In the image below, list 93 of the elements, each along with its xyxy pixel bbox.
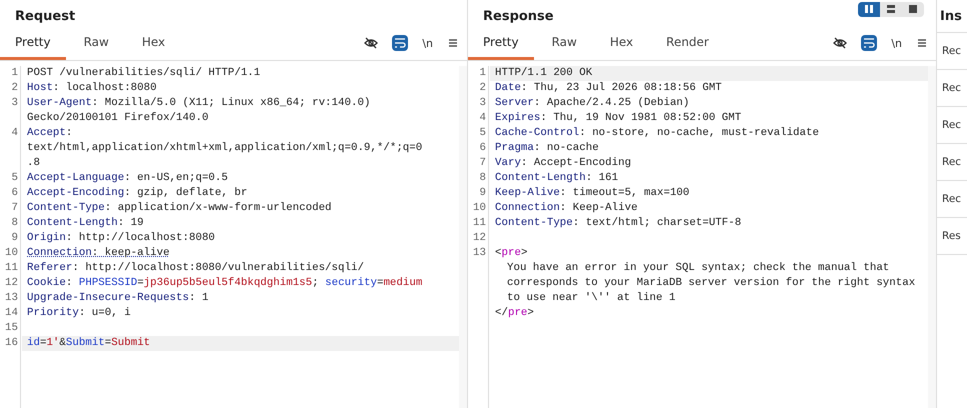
line-number: 11 [4, 261, 19, 276]
inspector-item[interactable]: Res [937, 218, 967, 255]
line-number: 1 [478, 66, 487, 81]
line-number: 9 [10, 231, 19, 246]
code-line: Pragma: no-cache [495, 142, 599, 154]
code-line: Gecko/20100101 Firefox/140.0 [27, 112, 208, 124]
line-number: 2 [10, 81, 19, 96]
code-line: Content-Type: text/html; charset=UTF-8 [495, 217, 742, 229]
line-number: 6 [10, 186, 19, 201]
code-line: Host: localhost:8080 [27, 82, 157, 94]
square-icon [908, 4, 918, 14]
menu-icon[interactable] [447, 37, 459, 49]
view-tab[interactable]: Render [651, 35, 724, 60]
code-line: Expires: Thu, 19 Nov 1981 08:52:00 GMT [495, 112, 742, 124]
layout-button[interactable] [858, 2, 880, 16]
code-line: text/html,application/xhtml+xml,application/xml;q=0.9,*/*;q=0 [27, 142, 422, 154]
line-number: 15 [4, 321, 19, 336]
inspector-item[interactable]: Rec [937, 70, 967, 107]
newline-button[interactable]: \n [420, 34, 435, 52]
code-line: corresponds to your MariaDB server version for the right syntax [507, 277, 916, 289]
rows-icon [886, 4, 896, 14]
line-number: 4 [478, 111, 487, 126]
code-line: User-Agent: Mozilla/5.0 (X11; Linux x86_64; rv:140.0) [27, 97, 370, 109]
inspector-item[interactable]: Rec [937, 181, 967, 218]
line-number: 3 [478, 96, 487, 111]
inspector-item[interactable]: Rec [937, 107, 967, 144]
view-tab[interactable]: Pretty [0, 35, 66, 60]
code-line: Content-Length: 19 [27, 217, 144, 229]
line-number: 2 [478, 81, 487, 96]
line-number: 6 [478, 141, 487, 156]
code-line: Accept-Encoding: gzip, deflate, br [27, 187, 248, 199]
line-number: 1 [10, 66, 19, 81]
line-number: 11 [472, 216, 487, 231]
wrap-icon [863, 37, 876, 49]
code-line: id=1'&Submit=Submit [27, 337, 150, 349]
panel-title: Request [15, 8, 76, 24]
code-line: Connection: keep-alive [27, 247, 170, 259]
line-number: 3 [10, 96, 19, 111]
line-number: 12 [472, 231, 487, 246]
code-line: to use near '\'' at line 1 [507, 292, 676, 304]
panel-title: Ins [940, 8, 962, 24]
eye-slash-icon [364, 36, 378, 50]
view-tab[interactable]: Raw [536, 35, 592, 60]
line-number: 8 [10, 216, 19, 231]
code-line: Cache-Control: no-store, no-cache, must-revalidate [495, 127, 819, 139]
wrap-icon [394, 37, 406, 49]
code-line: Content-Length: 161 [495, 172, 618, 184]
code-line: Upgrade-Insecure-Requests: 1 [27, 292, 208, 304]
code-line: Cookie: PHPSESSID=jp36up5b5eul5f4bkqdghim1s5; security=medium [27, 277, 422, 289]
menu-icon[interactable] [916, 37, 928, 49]
view-tab[interactable]: Hex [594, 35, 648, 60]
code-line: Server: Apache/2.4.25 (Debian) [495, 97, 690, 109]
view-tab[interactable]: Raw [68, 35, 124, 60]
code-line: </pre> [495, 307, 534, 319]
line-number: 13 [4, 291, 19, 306]
code-line: You have an error in your SQL syntax; check the manual that [507, 262, 890, 274]
code-line: Priority: u=0, i [27, 307, 131, 319]
line-number: 5 [478, 126, 487, 141]
code-line: Keep-Alive: timeout=5, max=100 [495, 187, 690, 199]
inspector-item[interactable]: Rec [937, 144, 967, 181]
code-line: Connection: Keep-Alive [495, 202, 638, 214]
line-number: 5 [10, 171, 19, 186]
code-line: <pre> [495, 247, 528, 259]
wrap-button[interactable] [392, 35, 408, 51]
view-tab[interactable]: Pretty [468, 35, 534, 60]
wrap-button[interactable] [861, 35, 878, 51]
line-number: 7 [478, 156, 487, 171]
line-number: 14 [4, 306, 19, 321]
line-number: 16 [4, 336, 19, 351]
line-number: 12 [4, 276, 19, 291]
line-number: 4 [10, 126, 19, 141]
line-number: 10 [472, 201, 487, 216]
line-number: 7 [10, 201, 19, 216]
code-line: POST /vulnerabilities/sqli/ HTTP/1.1 [27, 67, 260, 79]
line-number: 9 [478, 186, 487, 201]
newline-button[interactable]: \n [889, 34, 904, 52]
code-line: Referer: http://localhost:8080/vulnerabilities/sqli/ [27, 262, 364, 274]
panel-title: Response [483, 8, 554, 24]
inspector-item[interactable]: Rec [937, 33, 967, 70]
line-number: 13 [472, 246, 487, 261]
code-line: .8 [27, 157, 40, 169]
columns-icon [864, 4, 874, 14]
code-line: Content-Type: application/x-www-form-urlencoded [27, 202, 332, 214]
code-line: Vary: Accept-Encoding [495, 157, 632, 169]
line-number: 8 [478, 171, 487, 186]
code-line: HTTP/1.1 200 OK [495, 67, 592, 79]
code-line: Accept: [27, 127, 72, 139]
eye-slash-icon [833, 36, 848, 50]
line-number: 10 [4, 246, 19, 261]
code-line: Date: Thu, 23 Jul 2026 08:18:56 GMT [495, 82, 722, 94]
code-line: Origin: http://localhost:8080 [27, 232, 215, 244]
code-line: Accept-Language: en-US,en;q=0.5 [27, 172, 228, 184]
view-tab[interactable]: Hex [126, 35, 180, 60]
